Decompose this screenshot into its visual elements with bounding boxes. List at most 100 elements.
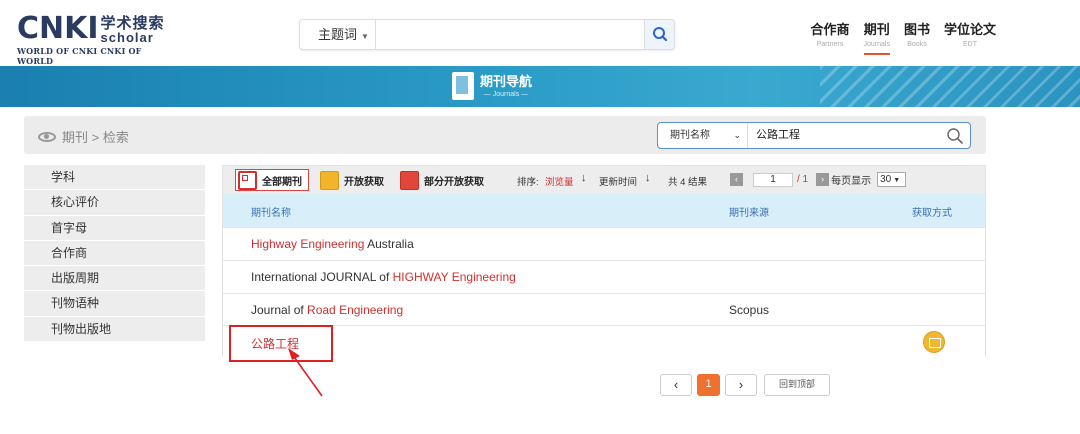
result-count: 共 4 结果 [668, 177, 708, 188]
logo-cnki-text: CNKI [17, 11, 99, 46]
next-page-icon[interactable]: › [816, 173, 830, 186]
sidebar-item-language[interactable]: 刊物语种 [24, 291, 205, 317]
back-to-top-button[interactable]: 回到顶部 [764, 374, 830, 396]
sort-by-views[interactable]: 浏览量 [545, 174, 574, 188]
breadcrumb-bar: 期刊 > 检索 期刊名称 ⌄ 公路工程 [24, 116, 986, 154]
top-search-bar: 主题词 ▼ [299, 19, 675, 50]
chevron-down-icon: ▼ [891, 177, 901, 184]
next-page-button[interactable]: › [725, 374, 757, 396]
nav-journals-sublabel: Journals [863, 41, 890, 48]
breadcrumb: 期刊 > 检索 [38, 127, 129, 146]
pagination: ‹ 1 › 回到顶部 [660, 374, 835, 396]
top-nav: 合作商 Partners 期刊 Journals 图书 Books 学位论文 E… [796, 22, 996, 55]
search-field-label: 主题词 [318, 27, 358, 42]
eye-icon [38, 131, 56, 142]
journal-search-field-label: 期刊名称 [670, 130, 710, 141]
nav-books[interactable]: 图书 Books [904, 22, 930, 55]
per-page-label: 每页显示 [831, 176, 872, 187]
col-journal-name: 期刊名称 [251, 208, 291, 219]
journal-name-link[interactable]: Highway Engineering Australia [251, 237, 414, 251]
search-field-select[interactable]: 主题词 ▼ [300, 20, 376, 49]
per-page-select[interactable]: 30 ▼ [877, 172, 907, 187]
banner-decoration [820, 66, 1080, 107]
filter-open-label: 开放获取 [344, 176, 384, 188]
nav-books-sublabel: Books [907, 41, 927, 48]
journal-icon [452, 72, 474, 100]
filter-sidebar: 学科 核心评价 首字母 合作商 出版周期 刊物语种 刊物出版地 [24, 165, 205, 343]
page-button-current[interactable]: 1 [697, 374, 720, 396]
nav-edt-sublabel: EDT [962, 41, 977, 48]
journal-name-link[interactable]: International JOURNAL of HIGHWAY Enginee… [251, 270, 516, 284]
journal-name-prefix: International JOURNAL of [251, 270, 393, 284]
logo-tagline: WORLD OF CNKI CNKI OF WORLD [17, 46, 142, 66]
top-search-input[interactable] [378, 22, 638, 47]
journal-name-highlight: Road Engineering [307, 303, 404, 317]
annotation-arrow-icon [288, 348, 323, 397]
open-access-icon [320, 170, 339, 190]
mini-pager: ‹ 1 / 1 › 每页显示 30 ▼ [730, 172, 907, 187]
table-header: 期刊名称 期刊来源 获取方式 [223, 194, 985, 227]
nav-edt-label: 学位论文 [943, 22, 996, 37]
banner-title: 期刊导航 [480, 73, 533, 89]
partial-access-icon [400, 170, 419, 190]
table-row[interactable]: Highway Engineering Australia [223, 227, 985, 260]
table-row[interactable]: Journal of Road Engineering Scopus [223, 293, 985, 326]
nav-edt[interactable]: 学位论文 EDT [944, 22, 996, 55]
sort-label: 排序: [517, 177, 539, 188]
journal-name-link[interactable]: Journal of Road Engineering [251, 303, 403, 317]
header: CNKI 学术搜索 scholar WORLD OF CNKI CNKI OF … [0, 0, 1080, 66]
breadcrumb-text: 期刊 > 检索 [62, 130, 129, 145]
sidebar-item-initial[interactable]: 首字母 [24, 215, 205, 241]
sort-by-update-time[interactable]: 更新时间 [599, 174, 637, 188]
chevron-down-icon: ▼ [361, 32, 369, 41]
page-number-input[interactable]: 1 [753, 172, 793, 187]
prev-page-button[interactable]: ‹ [660, 374, 692, 396]
filter-all-label: 全部期刊 [262, 176, 302, 188]
nav-books-label: 图书 [903, 22, 930, 37]
journal-name-suffix: Australia [364, 237, 414, 251]
prev-page-icon[interactable]: ‹ [730, 173, 743, 186]
journal-source: Scopus [729, 303, 770, 317]
journal-search-bar: 期刊名称 ⌄ 公路工程 [657, 122, 971, 149]
filter-all-journals[interactable]: 全部期刊 [235, 169, 309, 191]
sidebar-item-subject[interactable]: 学科 [24, 165, 205, 191]
sidebar-item-frequency[interactable]: 出版周期 [24, 266, 205, 292]
nav-partners[interactable]: 合作商 Partners [810, 22, 849, 55]
results-toolbar: 全部期刊 开放获取 部分开放获取 排序: 浏览量 ↓ 更新时间 ↓ 共 4 结果… [223, 166, 985, 194]
cnki-scholar-logo[interactable]: CNKI 学术搜索 scholar WORLD OF CNKI CNKI OF … [17, 11, 177, 67]
search-icon[interactable] [946, 127, 964, 145]
journal-name-highlight: Highway Engineering [251, 237, 365, 251]
logo-scholar-text: scholar [100, 30, 154, 45]
grid-icon [238, 170, 257, 190]
arrow-down-icon: ↓ [645, 172, 651, 184]
filter-open-access[interactable]: 开放获取 [318, 169, 384, 191]
top-search-button[interactable] [644, 20, 674, 49]
journal-nav-banner: 期刊导航 — Journals — [0, 66, 1080, 107]
per-page-value: 30 [880, 174, 892, 185]
journal-name-prefix: Journal of [251, 303, 308, 317]
page-total: / 1 [797, 174, 809, 185]
table-row[interactable]: International JOURNAL of HIGHWAY Enginee… [223, 260, 985, 293]
journal-search-input[interactable]: 公路工程 [756, 123, 800, 148]
banner-subtitle: — Journals — [483, 90, 529, 98]
banner-title-group: 期刊导航 — Journals — [452, 72, 532, 100]
sidebar-item-partner[interactable]: 合作商 [24, 240, 205, 267]
nav-partners-sublabel: Partners [816, 41, 844, 48]
results-panel: 全部期刊 开放获取 部分开放获取 排序: 浏览量 ↓ 更新时间 ↓ 共 4 结果… [222, 165, 986, 357]
chevron-down-icon: ⌄ [733, 130, 741, 140]
open-access-badge-icon[interactable] [923, 331, 945, 353]
filter-partial-label: 部分开放获取 [424, 176, 484, 188]
journal-search-field-select[interactable]: 期刊名称 ⌄ [658, 123, 748, 148]
search-icon [653, 27, 668, 42]
col-journal-source: 期刊来源 [729, 208, 769, 219]
sidebar-item-core-evaluation[interactable]: 核心评价 [24, 190, 205, 216]
journal-name-highlight: HIGHWAY Engineering [392, 270, 516, 284]
logo-cn-text: 学术搜索 [100, 15, 165, 32]
nav-journals[interactable]: 期刊 Journals [863, 22, 890, 55]
col-access-method: 获取方式 [912, 208, 952, 219]
nav-partners-label: 合作商 [810, 22, 850, 37]
arrow-down-icon: ↓ [581, 172, 587, 184]
sidebar-item-publish-place[interactable]: 刊物出版地 [24, 316, 205, 343]
filter-partial-open-access[interactable]: 部分开放获取 [398, 169, 484, 191]
nav-journals-label: 期刊 [863, 22, 890, 37]
